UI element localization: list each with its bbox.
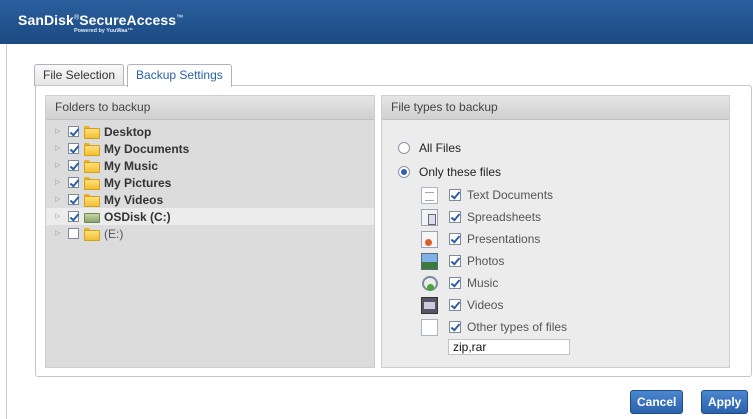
file-type-label: Other types of files [467, 320, 568, 334]
all-files-option[interactable]: All Files [398, 136, 718, 160]
expand-arrow-icon[interactable]: ▷ [55, 145, 63, 153]
all-files-label: All Files [419, 141, 462, 155]
text-document-icon [421, 186, 438, 204]
tree-item-label: My Videos [104, 192, 164, 207]
folder-checkbox[interactable] [68, 228, 79, 239]
tree-item-label: My Music [104, 158, 159, 173]
folder-checkbox[interactable] [68, 126, 79, 137]
file-type-label: Text Documents [467, 188, 554, 202]
drive-icon [84, 211, 100, 223]
only-these-files-radio[interactable] [398, 166, 410, 178]
file-type-videos[interactable]: Videos [421, 294, 721, 316]
folder-checkbox[interactable] [68, 194, 79, 205]
file-type-label: Videos [467, 298, 504, 312]
tree-item-label: My Documents [104, 141, 190, 156]
expand-arrow-icon[interactable]: ▷ [55, 196, 63, 204]
cancel-button[interactable]: Cancel [630, 390, 684, 414]
file-type-label: Presentations [467, 232, 541, 246]
presentation-icon [421, 230, 438, 248]
expand-arrow-icon[interactable]: ▷ [55, 162, 63, 170]
spreadsheets-checkbox[interactable] [449, 211, 461, 223]
expand-arrow-icon[interactable]: ▷ [55, 213, 63, 221]
tree-item-my-pictures[interactable]: ▷ My Pictures [46, 174, 374, 191]
video-icon [421, 296, 438, 314]
folder-icon [84, 228, 100, 241]
tree-item-osdisk[interactable]: ▷ OSDisk (C:) [46, 208, 374, 225]
logo-brand-prefix: SanDisk [18, 12, 74, 28]
tree-item-label: Desktop [104, 124, 152, 139]
expand-arrow-icon[interactable]: ▷ [55, 230, 63, 238]
file-types-pane: File types to backup All Files Only thes… [381, 95, 730, 368]
videos-checkbox[interactable] [449, 299, 461, 311]
expand-arrow-icon[interactable]: ▷ [55, 179, 63, 187]
tree-item-e-drive[interactable]: ▷ (E:) [46, 225, 374, 242]
folders-pane-header: Folders to backup [46, 96, 374, 120]
tree-item-label: (E:) [104, 226, 124, 241]
tree-item-my-videos[interactable]: ▷ My Videos [46, 191, 374, 208]
presentations-checkbox[interactable] [449, 233, 461, 245]
file-type-other[interactable]: Other types of files [421, 316, 721, 338]
folder-icon [84, 177, 100, 190]
other-types-checkbox[interactable] [449, 321, 461, 333]
expand-arrow-icon[interactable]: ▷ [55, 128, 63, 136]
tree-item-desktop[interactable]: ▷ Desktop [46, 123, 374, 140]
photo-icon [421, 252, 438, 270]
title-bar: SanDisk®SecureAccess™ Powered by YuuWaa™ [0, 0, 753, 44]
tab-bar: File Selection Backup Settings [34, 64, 232, 87]
only-these-files-option[interactable]: Only these files [398, 160, 718, 184]
file-type-presentations[interactable]: Presentations [421, 228, 721, 250]
text-documents-checkbox[interactable] [449, 189, 461, 201]
tab-backup-settings[interactable]: Backup Settings [127, 64, 232, 87]
folder-icon [84, 143, 100, 156]
window-left-edge [0, 44, 7, 419]
logo-brand-name: SecureAccess [79, 12, 177, 28]
music-icon [421, 275, 438, 292]
tree-item-my-documents[interactable]: ▷ My Documents [46, 140, 374, 157]
apply-button[interactable]: Apply [701, 390, 749, 414]
folder-checkbox[interactable] [68, 143, 79, 154]
tree-item-label: My Pictures [104, 175, 172, 190]
logo-subtitle: Powered by YuuWaa™ [74, 28, 133, 34]
folder-icon [84, 160, 100, 173]
tree-item-my-music[interactable]: ▷ My Music [46, 157, 374, 174]
folder-icon [84, 126, 100, 139]
folder-checkbox[interactable] [68, 160, 79, 171]
file-type-music[interactable]: Music [421, 272, 721, 294]
spreadsheet-icon [421, 208, 438, 226]
logo-trademark: ™ [176, 14, 184, 22]
folders-pane: Folders to backup ▷ Desktop ▷ My Documen… [45, 95, 375, 368]
folder-checkbox[interactable] [68, 177, 79, 188]
folder-checkbox[interactable] [68, 211, 79, 222]
tab-file-selection[interactable]: File Selection [34, 64, 125, 86]
logo-text: SanDisk®SecureAccess™ [18, 12, 183, 28]
folder-tree: ▷ Desktop ▷ My Documents ▷ My Music ▷ My… [46, 123, 374, 242]
folder-icon [84, 194, 100, 207]
file-type-text-documents[interactable]: Text Documents [421, 184, 721, 206]
file-type-options: All Files Only these files [398, 136, 718, 184]
file-type-photos[interactable]: Photos [421, 250, 721, 272]
file-type-label: Spreadsheets [467, 210, 542, 224]
file-type-list: Text Documents Spreadsheets Presentation… [421, 184, 721, 338]
other-extensions-input[interactable] [448, 339, 570, 355]
other-file-icon [421, 318, 438, 336]
sandisk-secureaccess-logo: SanDisk®SecureAccess™ Powered by YuuWaa™ [18, 12, 183, 34]
all-files-radio[interactable] [398, 142, 410, 154]
only-these-files-label: Only these files [419, 165, 502, 179]
file-type-label: Photos [467, 254, 505, 268]
file-type-label: Music [467, 276, 499, 290]
tree-item-label: OSDisk (C:) [104, 209, 171, 224]
music-checkbox[interactable] [449, 277, 461, 289]
file-type-spreadsheets[interactable]: Spreadsheets [421, 206, 721, 228]
photos-checkbox[interactable] [449, 255, 461, 267]
file-types-pane-header: File types to backup [382, 96, 729, 120]
